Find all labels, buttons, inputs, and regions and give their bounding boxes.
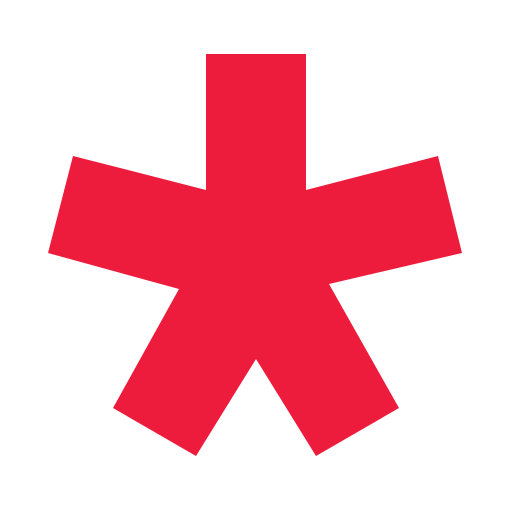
asterisk-shape [48, 54, 462, 456]
asterisk-icon [48, 54, 462, 456]
app-icon-canvas [0, 0, 512, 512]
